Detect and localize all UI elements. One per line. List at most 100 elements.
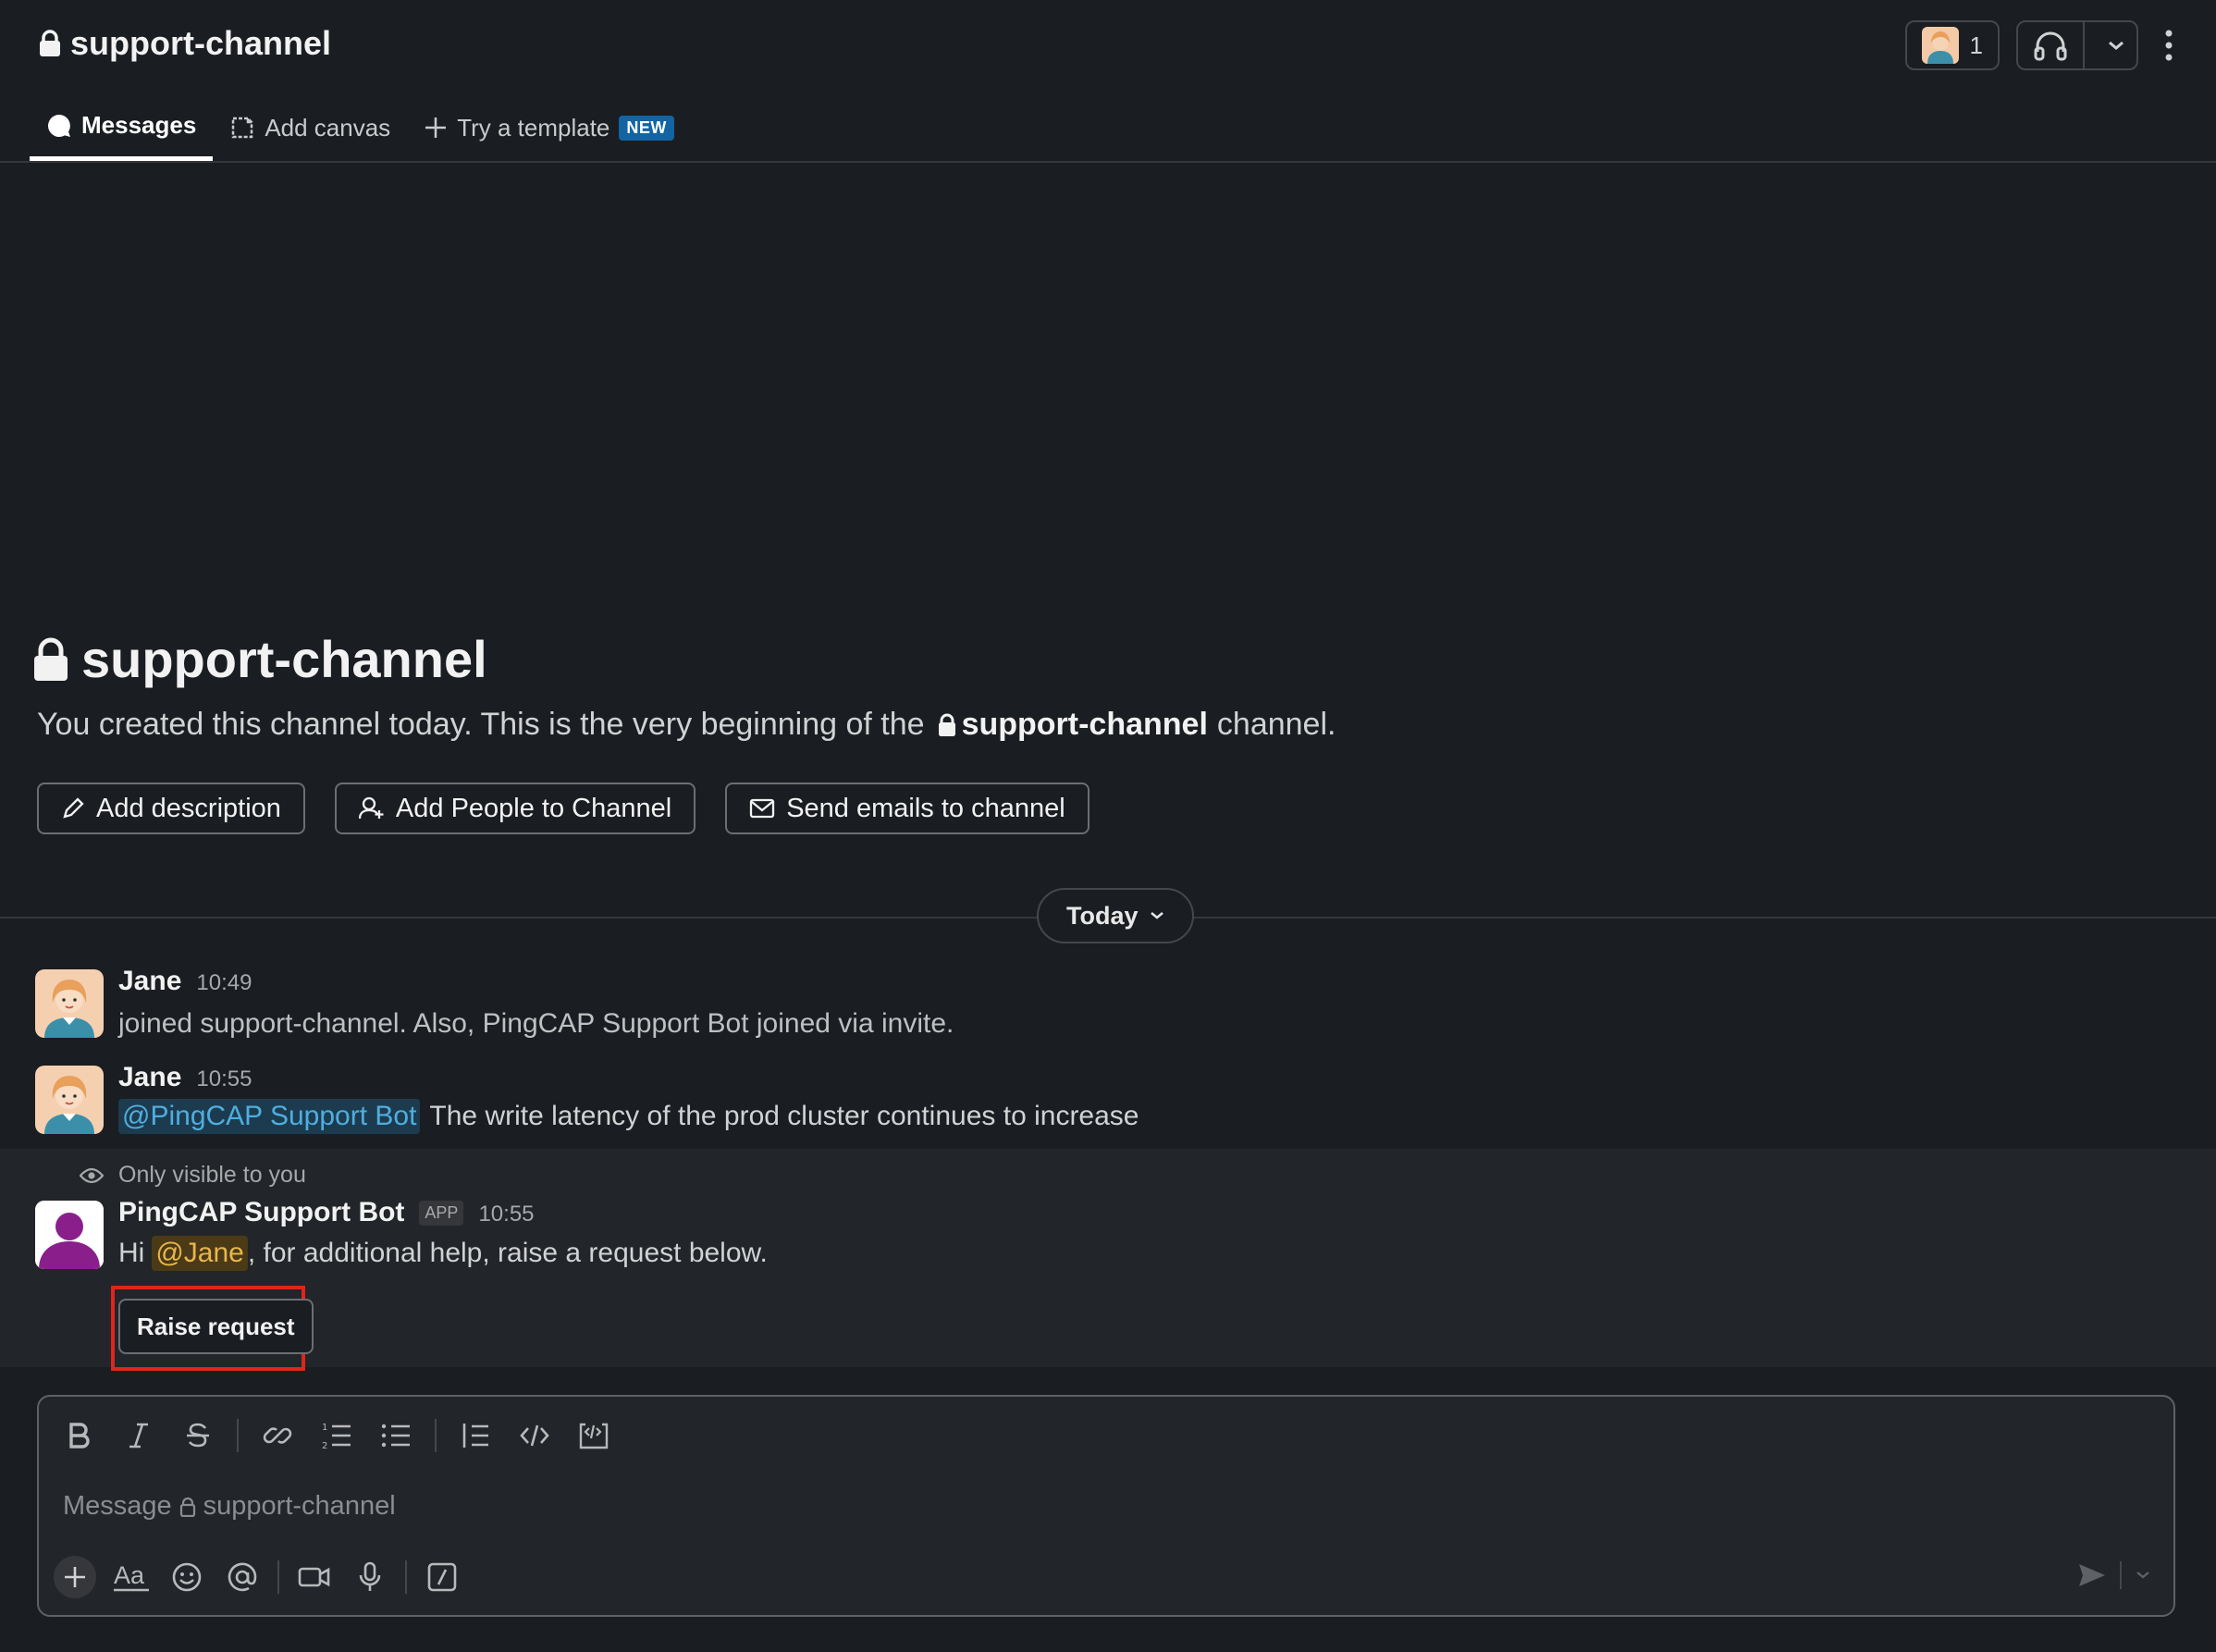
member-count: 1 <box>1969 31 1983 59</box>
tab-add-canvas-label: Add canvas <box>265 113 391 142</box>
add-description-button[interactable]: Add description <box>37 783 305 834</box>
bot-mention-link[interactable]: @PingCAP Support Bot <box>118 1099 421 1134</box>
visibility-note-text: Only visible to you <box>118 1162 306 1188</box>
mention-icon[interactable] <box>222 1557 263 1597</box>
composer-actions: Aa <box>54 1556 462 1598</box>
intro-channel-link[interactable]: support-channel <box>962 707 1208 743</box>
message-composer[interactable]: 12 Message support-channel Aa <box>37 1395 2175 1617</box>
intro-actions: Add description Add People to Channel Se… <box>37 783 1090 834</box>
member-avatar <box>1921 27 1959 64</box>
link-icon[interactable] <box>257 1415 298 1456</box>
chevron-down-icon[interactable] <box>2096 22 2136 68</box>
eye-icon <box>80 1167 104 1184</box>
avatar[interactable] <box>35 1066 104 1134</box>
chevron-down-icon[interactable] <box>2135 1570 2151 1581</box>
tab-add-canvas[interactable]: Add canvas <box>213 102 407 154</box>
send-controls <box>2077 1561 2151 1589</box>
blockquote-icon[interactable] <box>455 1415 496 1456</box>
message-author[interactable]: Jane <box>118 1062 181 1093</box>
svg-text:1: 1 <box>322 1423 327 1433</box>
send-icon[interactable] <box>2077 1562 2107 1588</box>
add-description-label: Add description <box>96 793 281 823</box>
message-text-before: Hi <box>118 1238 145 1268</box>
plus-icon <box>424 116 448 140</box>
lock-icon <box>938 713 956 737</box>
tab-messages-label: Messages <box>81 111 197 139</box>
headphones-icon[interactable] <box>2018 22 2085 68</box>
channel-tabs: Messages Add canvas Try a template NEW <box>30 102 691 161</box>
add-person-icon <box>358 796 385 820</box>
video-icon[interactable] <box>294 1557 335 1597</box>
new-badge: NEW <box>619 115 674 141</box>
intro-description: You created this channel today. This is … <box>37 707 1336 743</box>
bold-icon[interactable] <box>59 1415 100 1456</box>
placeholder-prefix: Message <box>63 1491 172 1521</box>
svg-text:Aa: Aa <box>114 1561 145 1589</box>
placeholder-channel: support-channel <box>203 1491 396 1521</box>
send-emails-button[interactable]: Send emails to channel <box>725 783 1090 834</box>
toolbar-divider <box>277 1560 279 1594</box>
tab-messages[interactable]: Messages <box>30 102 214 161</box>
lock-icon <box>33 637 68 682</box>
attach-plus-icon[interactable] <box>54 1556 96 1598</box>
message-text: joined support-channel. Also, PingCAP Su… <box>118 1008 954 1039</box>
tab-try-template[interactable]: Try a template NEW <box>407 102 691 154</box>
avatar[interactable] <box>35 1201 104 1269</box>
toolbar-divider <box>237 1419 239 1452</box>
code-icon[interactable] <box>514 1415 555 1456</box>
numbered-list-icon[interactable]: 12 <box>316 1415 357 1456</box>
formatting-toolbar: 12 <box>59 1415 614 1456</box>
huddle-button[interactable] <box>2016 20 2138 70</box>
more-options-icon[interactable] <box>2155 20 2183 70</box>
members-button[interactable]: 1 <box>1904 20 2000 70</box>
toolbar-divider <box>435 1419 437 1452</box>
toolbar-divider <box>405 1560 407 1594</box>
add-people-button[interactable]: Add People to Channel <box>334 783 696 834</box>
raise-request-button[interactable]: Raise request <box>118 1299 314 1354</box>
message-timestamp[interactable]: 10:55 <box>196 1066 252 1092</box>
italic-icon[interactable] <box>118 1415 159 1456</box>
channel-title: support-channel <box>70 24 332 62</box>
day-divider-label: Today <box>1066 901 1139 930</box>
avatar[interactable] <box>35 969 104 1038</box>
message-item: PingCAP Support Bot APP 10:55 Hi @Jane ,… <box>0 1193 2216 1286</box>
message-author[interactable]: Jane <box>118 966 181 997</box>
message-timestamp[interactable]: 10:55 <box>478 1202 534 1227</box>
message-text-content: The write latency of the prod cluster co… <box>429 1101 1139 1131</box>
pencil-icon <box>61 796 85 820</box>
channel-header: support-channel 1 Messages Add canvas Tr… <box>0 0 2216 163</box>
tab-try-template-label: Try a template <box>457 113 610 142</box>
message-input[interactable]: Message support-channel <box>63 1491 396 1522</box>
lock-icon <box>39 30 61 57</box>
visibility-note: Only visible to you <box>80 1162 306 1189</box>
message-item: Jane 10:49 joined support-channel. Also,… <box>0 962 2216 1054</box>
message-author[interactable]: PingCAP Support Bot <box>118 1197 404 1228</box>
day-divider-button[interactable]: Today <box>1037 888 1194 943</box>
add-people-label: Add People to Channel <box>395 793 672 823</box>
message-text: Hi @Jane , for additional help, raise a … <box>118 1236 768 1271</box>
message-text-after: , for additional help, raise a request b… <box>247 1238 768 1268</box>
lock-icon <box>179 1497 196 1517</box>
strikethrough-icon[interactable] <box>178 1415 218 1456</box>
chevron-down-icon <box>1150 911 1164 920</box>
channel-title-button[interactable]: support-channel <box>39 24 331 63</box>
message-text: @PingCAP Support Bot The write latency o… <box>118 1099 1139 1134</box>
canvas-icon <box>229 115 255 141</box>
app-badge: APP <box>419 1200 464 1226</box>
intro-heading: support-channel <box>33 629 487 689</box>
send-emails-label: Send emails to channel <box>786 793 1065 823</box>
intro-title: support-channel <box>81 630 487 688</box>
user-mention-link[interactable]: @Jane <box>152 1236 248 1271</box>
toolbar-divider <box>2120 1561 2122 1589</box>
message-bubble-icon <box>46 113 72 139</box>
intro-text-after: channel. <box>1216 707 1336 742</box>
svg-text:2: 2 <box>322 1441 327 1450</box>
message-timestamp[interactable]: 10:49 <box>196 970 252 996</box>
microphone-icon[interactable] <box>350 1557 390 1597</box>
emoji-icon[interactable] <box>166 1557 207 1597</box>
slash-command-icon[interactable] <box>422 1557 462 1597</box>
bulleted-list-icon[interactable] <box>375 1415 416 1456</box>
message-item: Jane 10:55 @PingCAP Support Bot The writ… <box>0 1058 2216 1151</box>
text-format-icon[interactable]: Aa <box>111 1557 152 1597</box>
code-block-icon[interactable] <box>573 1415 614 1456</box>
